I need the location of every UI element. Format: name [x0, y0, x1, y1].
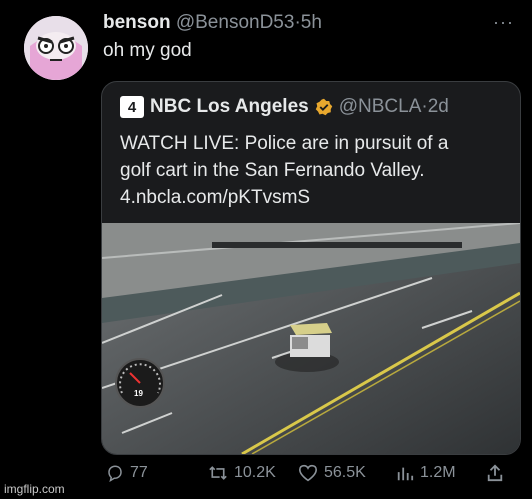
- post-text: oh my god: [103, 40, 192, 61]
- verified-badge-icon: [315, 98, 332, 116]
- display-name[interactable]: benson: [103, 12, 171, 33]
- user-handle[interactable]: @BensonD53: [176, 12, 295, 33]
- quoted-link[interactable]: 4.nbcla.com/pKTvsmS: [120, 184, 510, 211]
- timestamp[interactable]: 5h: [301, 12, 322, 33]
- share-button[interactable]: [486, 464, 510, 482]
- nbc-logo-icon: 4: [120, 96, 144, 118]
- heart-icon: [298, 464, 318, 482]
- quoted-display-name[interactable]: NBC Los Angeles: [150, 96, 309, 118]
- quoted-handle[interactable]: @NBCLA: [339, 96, 422, 118]
- reply-count: 77: [130, 464, 148, 481]
- like-button[interactable]: 56.5K: [298, 464, 366, 482]
- action-bar: 77 10.2K 56.5K 1.2M: [0, 464, 532, 488]
- speedometer-icon: [115, 358, 165, 408]
- views-count: 1.2M: [420, 464, 456, 481]
- analytics-icon: [397, 467, 414, 481]
- aerial-road-video: [102, 222, 520, 454]
- more-options-button[interactable]: ···: [493, 12, 514, 33]
- benson-avatar-icon: [24, 16, 88, 80]
- like-count: 56.5K: [324, 464, 366, 481]
- views-button[interactable]: 1.2M: [396, 464, 456, 482]
- quoted-header: 4 NBC Los Angeles @NBCLA · 2d: [120, 96, 449, 118]
- post-header: benson @BensonD53·5h: [103, 12, 322, 34]
- quoted-timestamp[interactable]: 2d: [428, 96, 449, 118]
- quoted-tweet[interactable]: 4 NBC Los Angeles @NBCLA · 2d WATCH LIVE: …: [101, 81, 521, 455]
- reply-button[interactable]: 77: [106, 464, 148, 482]
- retweet-icon: [209, 466, 227, 480]
- watermark: imgflip.com: [4, 482, 65, 496]
- quoted-text-line: golf cart in the San Fernando Valley.: [120, 160, 425, 181]
- quoted-text: WATCH LIVE: Police are in pursuit of a g…: [120, 130, 510, 211]
- speed-readout: 19: [134, 389, 143, 398]
- avatar[interactable]: [24, 16, 88, 80]
- reply-icon: [108, 465, 122, 482]
- retweet-button[interactable]: 10.2K: [208, 464, 276, 482]
- share-icon: [487, 464, 503, 482]
- retweet-count: 10.2K: [234, 464, 276, 481]
- quoted-text-line: WATCH LIVE: Police are in pursuit of a: [120, 133, 449, 154]
- video-player[interactable]: 19: [102, 222, 520, 454]
